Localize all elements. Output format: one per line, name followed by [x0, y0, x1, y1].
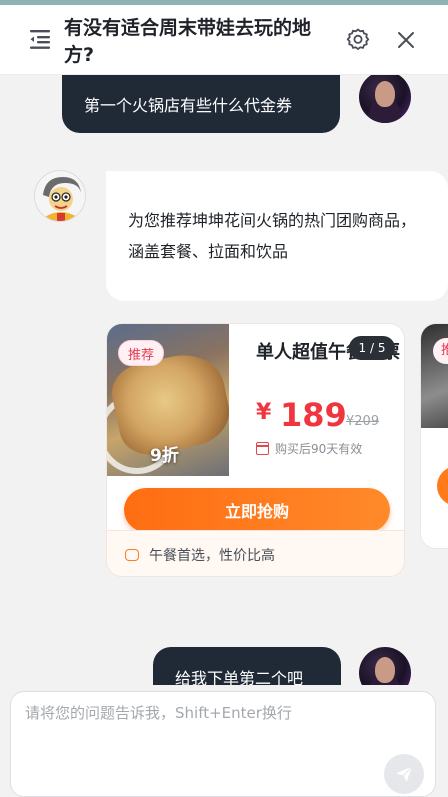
send-icon	[396, 766, 413, 782]
send-button[interactable]	[384, 754, 424, 794]
validity-row: 购买后90天有效	[256, 440, 362, 457]
bot-message-text: 为您推荐坤坤花间火锅的热门团购商品，涵盖套餐、拉面和饮品	[128, 211, 417, 261]
product-image: 推荐 9折	[107, 324, 229, 476]
close-icon[interactable]	[396, 30, 416, 50]
product-card[interactable]: 推荐 9折 单人超值午餐套票 1 / 5 ¥ 189 ¥209 购买后90天有效…	[106, 323, 405, 577]
user-message-text: 第一个火锅店有些什么代金券	[84, 96, 293, 115]
chat-header: 有没有适合周末带娃去玩的地方?	[0, 5, 448, 75]
chat-bubble-icon	[125, 548, 139, 561]
gear-icon[interactable]	[345, 27, 371, 53]
bot-avatar	[34, 170, 86, 222]
original-price: ¥209	[346, 414, 380, 429]
next-product-card[interactable]: 推	[420, 323, 448, 549]
user-message: 第一个火锅店有些什么代金券	[62, 75, 340, 133]
carousel-pager: 1 / 5	[349, 336, 395, 360]
product-info: 单人超值午餐套票 1 / 5 ¥ 189 ¥209 购买后90天有效	[242, 324, 404, 476]
user-avatar	[359, 647, 411, 685]
buy-now-button[interactable]: 立即抢购	[124, 488, 390, 532]
user-message: 给我下单第二个吧	[153, 647, 341, 685]
collapse-menu-icon[interactable]	[28, 27, 52, 51]
page-title: 有没有适合周末带娃去玩的地方?	[64, 17, 312, 66]
discount-label: 9折	[150, 446, 179, 466]
validity-text: 购买后90天有效	[275, 442, 363, 456]
card-footer: 午餐首选，性价比高	[107, 530, 404, 576]
user-avatar	[359, 75, 411, 123]
bot-message: 为您推荐坤坤花间火锅的热门团购商品，涵盖套餐、拉面和饮品	[106, 171, 448, 301]
calendar-icon	[256, 442, 269, 455]
message-input-box	[10, 691, 436, 797]
next-buy-button[interactable]	[437, 466, 448, 506]
chat-thread[interactable]: 第一个火锅店有些什么代金券 为您推荐坤坤花间火锅的热门团购商品，涵盖套餐、拉面和…	[0, 75, 448, 685]
product-price: 189	[280, 396, 347, 434]
recommend-badge: 推荐	[118, 340, 165, 366]
user-message-text: 给我下单第二个吧	[175, 669, 304, 685]
message-input[interactable]	[25, 702, 405, 762]
footer-note: 午餐首选，性价比高	[149, 547, 275, 564]
price-currency: ¥	[256, 400, 272, 425]
